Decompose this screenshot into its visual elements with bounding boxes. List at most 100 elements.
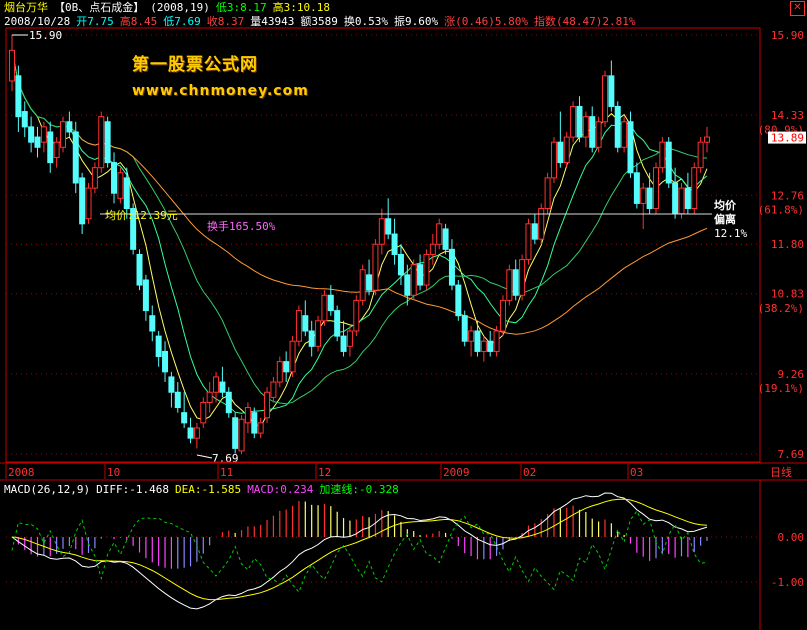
min-pointer bbox=[196, 454, 213, 459]
price-tick-label: (38.2%) bbox=[758, 302, 804, 315]
candle-body bbox=[665, 141, 672, 184]
candle-body bbox=[557, 141, 564, 164]
candle-body bbox=[582, 116, 589, 138]
time-label: 03 bbox=[630, 466, 643, 479]
candle-body bbox=[206, 391, 213, 403]
macd-value: MACD:0.234 bbox=[247, 483, 314, 496]
candle-body bbox=[162, 350, 169, 373]
candle-body bbox=[334, 310, 341, 337]
candle-body bbox=[9, 49, 15, 82]
candle-body bbox=[448, 248, 455, 286]
candle-body bbox=[181, 412, 188, 424]
candle-body bbox=[104, 121, 111, 164]
candle-body bbox=[608, 75, 615, 107]
candle-body bbox=[91, 167, 98, 189]
candle-body bbox=[525, 223, 532, 261]
price-tick-label: (19.1%) bbox=[758, 382, 804, 395]
price-tick-label: 7.69 bbox=[778, 448, 805, 461]
avg-price-label: 均价:12.39元 bbox=[105, 209, 178, 222]
candle-body bbox=[519, 259, 526, 296]
candle-body bbox=[652, 167, 659, 210]
candle-body bbox=[200, 401, 207, 424]
macd-dea: DEA:-1.585 bbox=[174, 483, 242, 496]
candle-body bbox=[397, 253, 404, 276]
macd-diff: DIFF:-1.468 bbox=[96, 483, 169, 496]
candle-body bbox=[85, 187, 92, 220]
candle-body bbox=[678, 187, 685, 215]
candle-body bbox=[289, 340, 296, 373]
watermark-title: 第一股票公式网 bbox=[132, 55, 258, 75]
candle-body bbox=[136, 253, 143, 286]
candle-body bbox=[672, 182, 679, 215]
candle-body bbox=[142, 279, 149, 312]
candle-body bbox=[149, 315, 156, 332]
candle-body bbox=[155, 335, 162, 358]
candle-body bbox=[359, 269, 366, 301]
candle-body bbox=[691, 167, 698, 210]
candle-body bbox=[474, 330, 481, 352]
candle-body bbox=[570, 105, 577, 138]
candle-body bbox=[21, 111, 28, 128]
price-tick-label: 15.90 bbox=[771, 29, 804, 42]
candle-body bbox=[506, 269, 513, 301]
candle-body bbox=[47, 131, 54, 164]
candle-body bbox=[601, 75, 608, 123]
candle-body bbox=[468, 330, 475, 342]
avg-dev-label-3: 12.1% bbox=[714, 227, 747, 240]
macd-diff-line bbox=[11, 492, 708, 610]
candle-body bbox=[493, 330, 500, 352]
time-label: 12 bbox=[318, 466, 331, 479]
macd-dea-line bbox=[11, 498, 708, 601]
candle-body bbox=[697, 141, 704, 169]
candle-body bbox=[563, 136, 570, 164]
candle-body bbox=[28, 126, 35, 143]
candle-body bbox=[66, 121, 73, 133]
candle-body bbox=[251, 412, 258, 434]
last-price-label: 13.89 bbox=[771, 132, 804, 145]
candle-body bbox=[480, 340, 487, 352]
watermark-url: www.chnmoney.com bbox=[132, 83, 309, 99]
candle-body bbox=[34, 136, 41, 148]
candle-body bbox=[174, 391, 181, 409]
time-label: 10 bbox=[107, 466, 120, 479]
watermark-logo: 第一股票公式网 www.chnmoney.com bbox=[132, 50, 309, 99]
candle-body bbox=[79, 177, 86, 225]
candle-body bbox=[15, 75, 22, 118]
macd-tick-label: 0.00 bbox=[778, 531, 805, 544]
price-tick-label: 11.80 bbox=[771, 238, 804, 251]
avg-dev-label-2: 偏离 bbox=[714, 212, 736, 226]
candle-body bbox=[372, 243, 379, 291]
candle-body bbox=[193, 427, 200, 439]
candle-body bbox=[640, 187, 647, 204]
candle-body bbox=[538, 208, 545, 240]
candle-body bbox=[327, 294, 334, 312]
candle-body bbox=[461, 315, 468, 342]
macd-accel-line bbox=[11, 510, 708, 593]
candle-body bbox=[614, 105, 621, 148]
candle-body bbox=[499, 299, 506, 332]
candle-body bbox=[257, 422, 264, 434]
macd-accel: 加速线:-0.328 bbox=[319, 483, 399, 496]
candle-body bbox=[378, 218, 385, 245]
candle-body bbox=[238, 418, 245, 452]
price-tick-label: 14.33 bbox=[771, 109, 804, 122]
candle-body bbox=[72, 131, 79, 184]
time-label: 02 bbox=[523, 466, 536, 479]
time-label: 日线 bbox=[770, 465, 792, 479]
candle-body bbox=[302, 315, 309, 332]
candle-body bbox=[646, 187, 653, 210]
candle-body bbox=[436, 223, 443, 245]
candle-body bbox=[168, 376, 175, 393]
candle-body bbox=[264, 391, 271, 419]
ma60-line bbox=[75, 131, 708, 335]
candle-body bbox=[117, 172, 124, 199]
price-tick-label: 12.76 bbox=[771, 189, 804, 202]
candle-body bbox=[417, 264, 424, 286]
candle-body bbox=[633, 172, 640, 204]
candle-body bbox=[704, 136, 710, 143]
candle-body bbox=[219, 381, 226, 393]
candle-body bbox=[315, 320, 322, 347]
candle-layer bbox=[9, 35, 710, 454]
price-chart[interactable]: 均价:12.39元 换手165.50% 均价 偏离 12.1% 15.90 7.… bbox=[0, 0, 807, 630]
stock-chart-window: 烟台万华 【0B、点石成金】 (2008,19) 低3:8.17 高3:10.18 ✕ … bbox=[0, 0, 807, 630]
